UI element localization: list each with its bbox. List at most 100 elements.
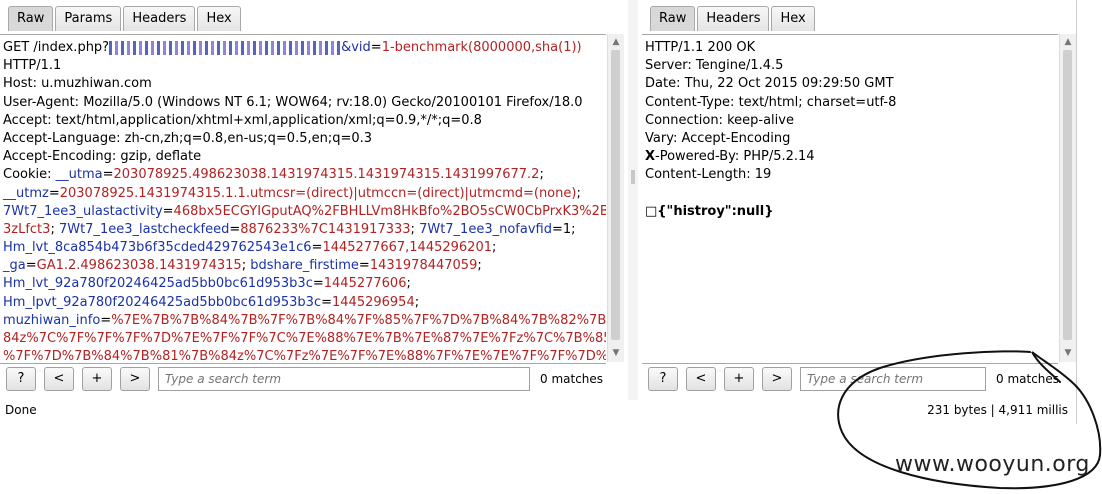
header-line: User-Agent: Mozilla/5.0 (Windows NT 6.1;… xyxy=(3,94,583,110)
previous-button[interactable]: < xyxy=(44,367,74,391)
cookie-separator: = xyxy=(162,203,174,219)
cookie-value: 468bx5ECGYIGputAQ%2FBHLLVm8HkBfo%2BO5sCW… xyxy=(173,203,606,219)
response-line: Content-Length: 19 xyxy=(645,167,772,183)
cookie-separator: = xyxy=(48,185,60,201)
cookie-line: Hm_lvt_92a780f20246425ad5bb0bc61d953b3c=… xyxy=(3,275,604,293)
cookie-separator: =1; xyxy=(551,221,576,237)
next-button[interactable]: > xyxy=(120,367,150,391)
response-panel: Raw Headers Hex HTTP/1.1 200 OK Server: … xyxy=(642,0,1076,400)
cookie-value: %7F%7D%7B%84%7B%81%7B%84z%7C%7Fz%7E%7F%7… xyxy=(3,349,606,364)
match-count: 0 matches xyxy=(540,372,604,386)
response-line: HTTP/1.1 200 OK xyxy=(645,40,756,55)
panel-splitter[interactable] xyxy=(628,0,638,400)
response-scrollbar[interactable]: ▲ ▼ xyxy=(1059,34,1076,362)
cookie-name: bdshare_firstime xyxy=(250,258,359,274)
match-count: 0 matches xyxy=(996,372,1060,386)
watermark: www.wooyun.org xyxy=(895,452,1090,477)
tab-hex[interactable]: Hex xyxy=(197,6,241,31)
header-line: Accept: text/html,application/xhtml+xml,… xyxy=(3,112,482,128)
scroll-down-icon[interactable]: ▼ xyxy=(611,348,621,358)
cookie-line: Cookie: __utma=203078925.498623038.14319… xyxy=(3,167,544,183)
response-line: Connection: keep-alive xyxy=(645,112,794,128)
status-text: Done xyxy=(5,403,37,417)
cookie-name: 7Wt7_1ee3_ulastactivity xyxy=(3,203,163,219)
response-editor[interactable]: HTTP/1.1 200 OK Server: Tengine/1.4.5 Da… xyxy=(642,34,1058,364)
splitter-grip-icon[interactable] xyxy=(631,170,635,184)
tab-raw[interactable]: Raw xyxy=(8,6,54,31)
cookie-separator: = xyxy=(312,276,324,292)
cookie-separator: ; xyxy=(576,185,581,201)
request-scrollbar[interactable]: ▲ ▼ xyxy=(607,34,624,362)
status-bar: Done 231 bytes | 4,911 millis xyxy=(0,400,1076,422)
cookie-separator: = xyxy=(321,294,333,310)
response-tabs: Raw Headers Hex xyxy=(650,6,817,32)
cookie-name: Hm_lpvt_92a780f20246425ad5bb0bc61d953b3c xyxy=(3,294,322,310)
add-button[interactable]: + xyxy=(82,367,112,391)
header-line: Host: u.muzhiwan.com xyxy=(3,76,152,92)
response-line: Date: Thu, 22 Oct 2015 09:29:50 GMT xyxy=(645,76,894,92)
tab-raw[interactable]: Raw xyxy=(650,6,696,31)
tab-params[interactable]: Params xyxy=(55,6,122,31)
cookie-line: _ga = GA1.2.498623038.1431974315; bdshare_… xyxy=(3,257,604,275)
cookie-separator: ; xyxy=(410,221,420,237)
request-editor[interactable]: GET /index.php? &vid=1-benchmark(8000000,… xyxy=(0,34,606,364)
previous-button[interactable]: < xyxy=(686,367,716,391)
response-line: Vary: Accept-Encoding xyxy=(645,130,791,146)
bom-glyph-icon: □ xyxy=(645,203,658,219)
cookie-name: 7Wt7_1ee3_nofavfid xyxy=(419,221,552,237)
window-edge xyxy=(1076,0,1102,424)
cookie-line: muzhiwan_info=%7E%7B%7B%84%7B%7F%7B%84%7… xyxy=(3,312,606,330)
cookie-value: 84z%7C%7F%7F%7F%7D%7E%7F%7F%7C%7E%88%7E%… xyxy=(3,331,606,346)
cookie-line: %7F%7D%7B%84%7B%81%7B%84z%7C%7Fz%7E%7F%7… xyxy=(3,348,606,364)
cookie-line: 7Wt7_1ee3_ulastactivity=468bx5ECGYIGputA… xyxy=(3,203,606,221)
redacted-mark xyxy=(109,40,342,55)
cookie-line: Hm_lvt_8ca854b473b6f35cded429762543e1c6=… xyxy=(3,239,604,257)
cookie-value: 1445296954 xyxy=(332,294,415,310)
response-search-bar: ? < + > 0 matches xyxy=(648,366,1059,392)
cookie-line: 3zLfct3; 7Wt7_1ee3_lastcheckfeed=8876233… xyxy=(3,221,604,239)
cookie-value: 203078925.498623038.1431974315.143197431… xyxy=(113,167,540,183)
tab-hex[interactable]: Hex xyxy=(771,6,815,31)
help-button[interactable]: ? xyxy=(648,367,678,391)
cookie-value: 8876233%7C1431917333 xyxy=(240,221,411,237)
help-button[interactable]: ? xyxy=(6,367,36,391)
scroll-up-icon[interactable]: ▲ xyxy=(1063,37,1073,47)
response-line: X-Powered-By: PHP/5.2.14 xyxy=(645,149,815,165)
header-line: Accept-Encoding: gzip, deflate xyxy=(3,149,202,165)
add-button[interactable]: + xyxy=(724,367,754,391)
tab-headers[interactable]: Headers xyxy=(123,6,196,31)
header-line: HTTP/1.1 xyxy=(3,58,62,74)
request-search-bar: ? < + > 0 matches xyxy=(6,366,603,392)
cookie-value: 1431978447059 xyxy=(369,258,478,274)
scroll-thumb[interactable] xyxy=(1063,50,1072,340)
cookie-separator: ; xyxy=(414,294,420,310)
response-body: □{"histroy":null} xyxy=(645,203,774,219)
cookie-name: muzhiwan_info xyxy=(3,312,101,328)
scroll-down-icon[interactable]: ▼ xyxy=(1063,348,1073,358)
scroll-up-icon[interactable]: ▲ xyxy=(611,37,621,47)
search-input[interactable] xyxy=(800,367,986,391)
cookie-value: %7E%7B%7B%84%7B%7F%7B%84%7F%85%7F%7D%7B%… xyxy=(111,312,606,328)
scroll-thumb[interactable] xyxy=(611,50,620,340)
cookie-name: Hm_lvt_92a780f20246425ad5bb0bc61d953b3c xyxy=(3,276,313,292)
cookie-separator: = xyxy=(358,258,370,274)
cookie-value: 1445277667,1445296201 xyxy=(322,240,492,256)
request-panel: Raw Params Headers Hex GET /index.php? &v… xyxy=(0,0,624,400)
request-tabs: Raw Params Headers Hex xyxy=(8,6,243,32)
cookie-separator: = xyxy=(100,312,112,328)
cookie-separator: ; xyxy=(492,240,497,256)
tab-headers[interactable]: Headers xyxy=(697,6,770,31)
search-input[interactable] xyxy=(158,367,530,391)
cookie-name: Hm_lvt_8ca854b473b6f35cded429762543e1c6 xyxy=(3,240,312,256)
next-button[interactable]: > xyxy=(762,367,792,391)
cookie-name: _ga xyxy=(3,258,26,274)
cookie-value: 1445277606 xyxy=(323,276,407,292)
cookie-separator: = xyxy=(229,221,241,237)
request-line: GET /index.php? &vid=1-benchmark(8000000,… xyxy=(3,40,582,55)
cookie-separator: ; xyxy=(406,276,411,292)
header-line: Accept-Language: zh-cn,zh;q=0.8,en-us;q=… xyxy=(3,130,373,146)
cookie-value: GA1.2.498623038.1431974315 xyxy=(36,258,242,274)
cookie-separator: ; xyxy=(241,258,251,274)
cookie-separator: = xyxy=(311,240,323,256)
